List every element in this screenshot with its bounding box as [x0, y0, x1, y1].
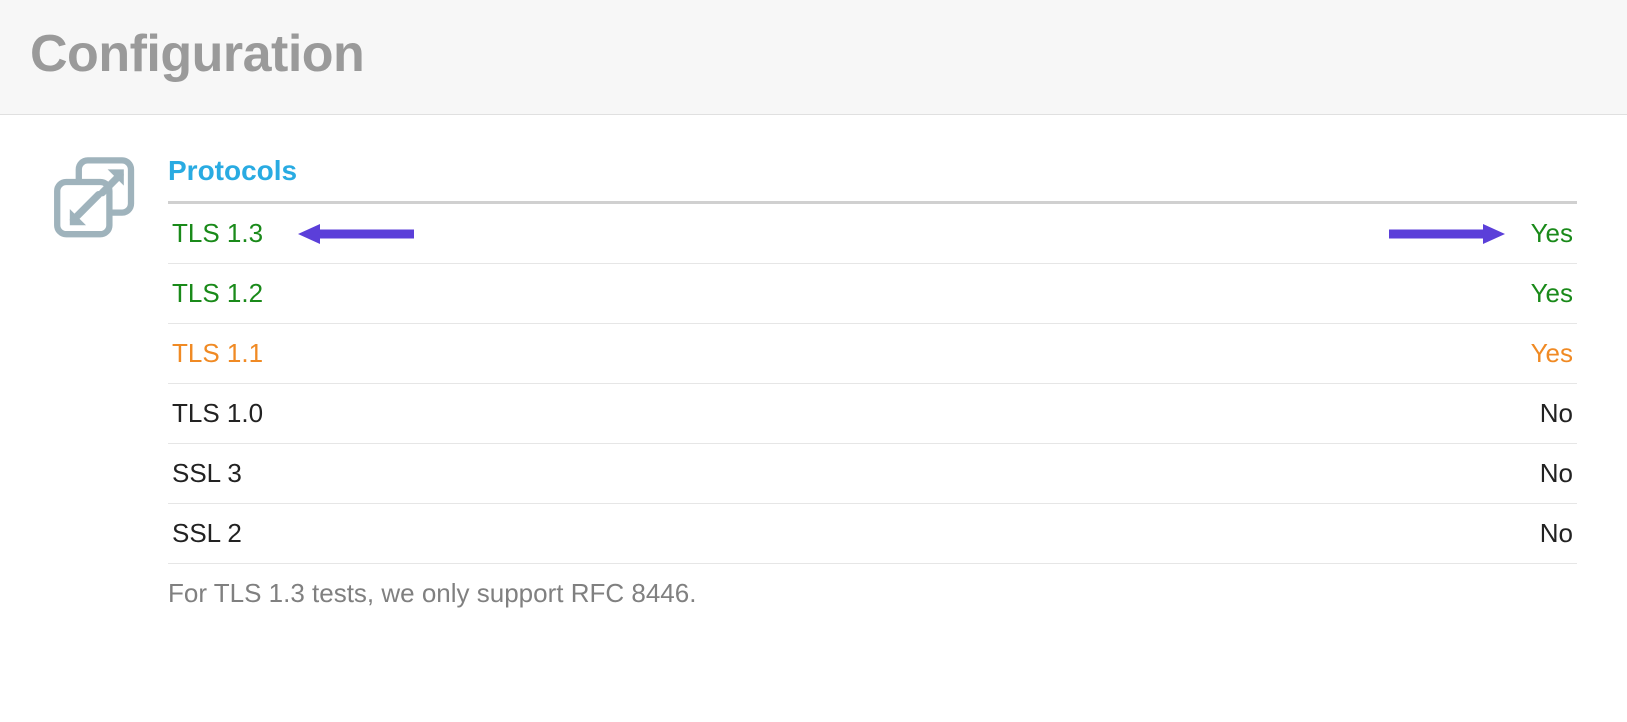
- protocol-row: SSL 3 No: [168, 444, 1577, 504]
- section-note: For TLS 1.3 tests, we only support RFC 8…: [168, 564, 1577, 609]
- protocols-icon: [50, 155, 140, 245]
- protocol-row: TLS 1.1 Yes: [168, 324, 1577, 384]
- protocol-row: TLS 1.0 No: [168, 384, 1577, 444]
- protocol-name: SSL 3: [172, 458, 242, 489]
- protocol-status: No: [1540, 398, 1573, 429]
- protocol-name: TLS 1.2: [172, 278, 263, 309]
- section-header: Configuration: [0, 0, 1627, 115]
- protocol-status: Yes: [1531, 278, 1573, 309]
- protocol-status: No: [1540, 518, 1573, 549]
- protocol-status: No: [1540, 458, 1573, 489]
- protocol-name: TLS 1.0: [172, 398, 263, 429]
- annotation-arrow-right-icon: [1387, 223, 1507, 245]
- annotation-arrow-left-icon: [296, 223, 416, 245]
- protocol-name: TLS 1.1: [172, 338, 263, 369]
- content-area: Protocols TLS 1.3 Yes TLS 1.2 Yes TLS 1.1 Yes…: [0, 115, 1627, 629]
- protocol-row: TLS 1.2 Yes: [168, 264, 1577, 324]
- page-title: Configuration: [30, 24, 1597, 84]
- icon-column: [30, 155, 160, 609]
- protocols-table: Protocols TLS 1.3 Yes TLS 1.2 Yes TLS 1.1 Yes…: [160, 155, 1597, 609]
- protocol-status: Yes: [1531, 218, 1573, 249]
- protocol-row: TLS 1.3 Yes: [168, 204, 1577, 264]
- protocol-name: TLS 1.3: [172, 218, 263, 249]
- protocol-row: SSL 2 No: [168, 504, 1577, 564]
- protocol-name: SSL 2: [172, 518, 242, 549]
- protocol-status: Yes: [1531, 338, 1573, 369]
- section-title: Protocols: [168, 155, 1577, 204]
